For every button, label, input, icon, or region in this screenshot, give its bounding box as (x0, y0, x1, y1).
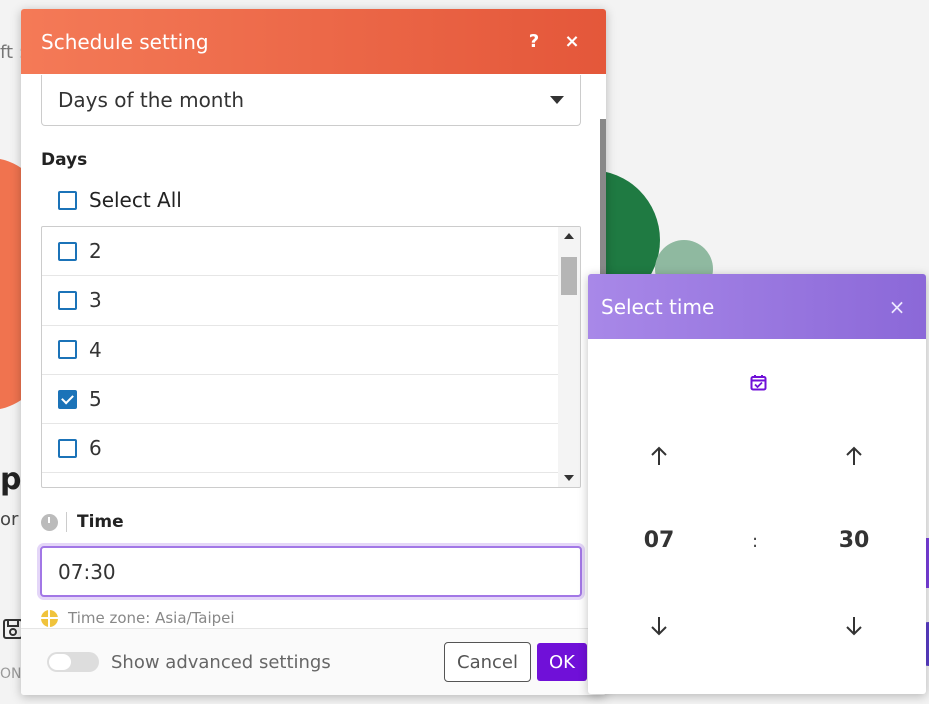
dialog-scrollbar[interactable] (600, 119, 606, 299)
dialog-footer: Show advanced settings Cancel OK (21, 628, 606, 695)
hour-value[interactable]: 07 (629, 528, 689, 553)
arrow-up-icon (651, 446, 667, 465)
frequency-select[interactable]: Days of the month (41, 75, 581, 126)
day-item[interactable]: 7 (42, 473, 560, 487)
time-input[interactable]: 07:30 (40, 546, 582, 597)
day-label: 3 (89, 288, 102, 313)
dialog-header: Schedule setting ? × (21, 9, 606, 74)
scroll-down-icon[interactable] (564, 475, 574, 481)
schedule-setting-dialog: Schedule setting ? × Days of the month D… (21, 9, 606, 695)
scroll-thumb[interactable] (561, 257, 577, 295)
close-button[interactable]: × (558, 28, 586, 56)
globe-icon (41, 609, 58, 627)
help-button[interactable]: ? (520, 28, 548, 56)
checkbox-checked-icon[interactable] (58, 389, 77, 409)
hour-decrement-button[interactable] (641, 608, 677, 644)
day-label: 4 (89, 337, 102, 362)
checkbox-icon[interactable] (58, 290, 77, 310)
select-time-header: Select time × (588, 274, 926, 339)
day-item[interactable]: 2 (42, 227, 560, 277)
bg-module-title: p (0, 462, 22, 497)
arrow-down-icon (846, 617, 862, 636)
days-list-scrollbar[interactable] (558, 227, 580, 487)
minute-increment-button[interactable] (836, 438, 872, 474)
select-time-popup: Select time × 07 : 30 (588, 274, 926, 694)
hour-increment-button[interactable] (641, 438, 677, 474)
day-label: 2 (89, 239, 102, 264)
arrow-up-icon (846, 446, 862, 465)
toggle-knob (49, 654, 71, 670)
cancel-button[interactable]: Cancel (444, 642, 531, 682)
close-button[interactable]: × (881, 295, 913, 319)
timezone-text: Time zone: Asia/Taipei (68, 609, 235, 627)
select-all-label: Select All (89, 188, 182, 212)
days-label: Days (41, 150, 88, 170)
advanced-settings-label: Show advanced settings (111, 651, 331, 673)
day-label: 6 (89, 436, 102, 461)
dialog-body[interactable]: Days of the month Days Select All 2 3 4 (21, 74, 606, 628)
chevron-down-icon (550, 96, 564, 104)
time-label: Time (77, 512, 124, 532)
checkbox-icon[interactable] (58, 241, 77, 261)
day-label: 5 (89, 387, 102, 412)
scroll-up-icon[interactable] (564, 233, 574, 239)
day-item[interactable]: 6 (42, 424, 560, 474)
minute-decrement-button[interactable] (836, 608, 872, 644)
checkbox-icon[interactable] (58, 190, 77, 210)
checkbox-icon[interactable] (58, 340, 77, 360)
dialog-title: Schedule setting (41, 29, 209, 54)
bg-text-bottom: ON (0, 666, 22, 682)
ok-button[interactable]: OK (537, 643, 587, 681)
time-separator: : (752, 531, 759, 552)
select-time-title: Select time (601, 294, 715, 319)
day-item[interactable]: 4 (42, 326, 560, 375)
minute-value[interactable]: 30 (824, 528, 884, 553)
checkbox-icon[interactable] (58, 438, 77, 458)
day-label: 7 (89, 486, 102, 487)
day-item[interactable]: 5 (42, 375, 560, 425)
select-all-checkbox[interactable]: Select All (58, 188, 182, 212)
clock-icon (41, 513, 58, 531)
days-list[interactable]: 2 3 4 5 6 7 (41, 226, 581, 488)
advanced-settings-toggle[interactable] (47, 652, 99, 672)
day-item[interactable]: 3 (42, 276, 560, 326)
calendar-check-icon[interactable] (750, 374, 767, 391)
frequency-select-value: Days of the month (58, 88, 244, 112)
timezone-hint: Time zone: Asia/Taipei (41, 609, 235, 627)
time-label-row: Time (41, 512, 124, 532)
divider (66, 512, 67, 532)
arrow-down-icon (651, 617, 667, 636)
